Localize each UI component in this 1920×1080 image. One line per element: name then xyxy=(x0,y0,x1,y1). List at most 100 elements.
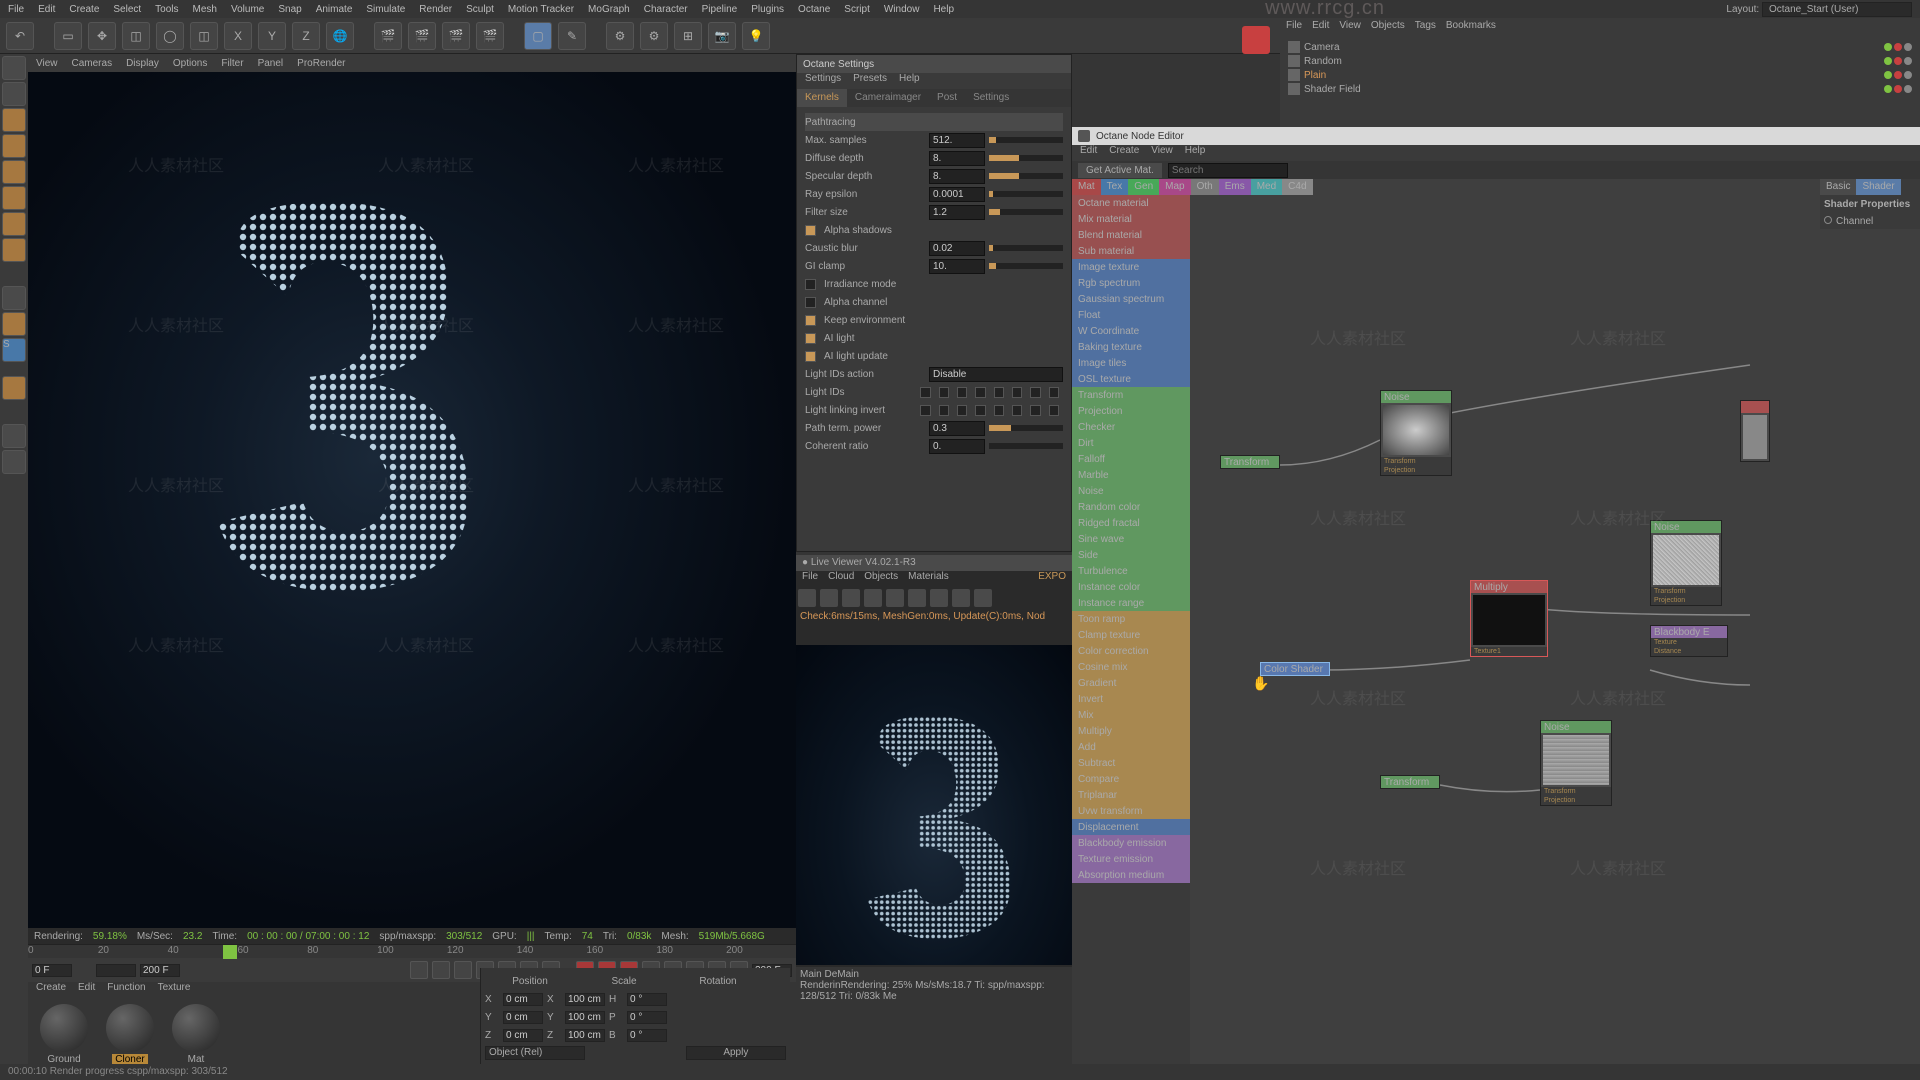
node-list-item[interactable]: Instance range xyxy=(1072,595,1190,611)
setting-slider[interactable] xyxy=(989,209,1063,215)
node-list-item[interactable]: Gaussian spectrum xyxy=(1072,291,1190,307)
node-list-item[interactable]: Mix xyxy=(1072,707,1190,723)
node-colorshader[interactable]: Color Shader xyxy=(1260,662,1330,676)
view-menu-view[interactable]: View xyxy=(36,58,58,69)
setting-slider[interactable] xyxy=(989,155,1063,161)
node-graph-canvas[interactable]: Transform Noise Transform Projection Noi… xyxy=(1190,195,1920,1080)
node-list-item[interactable]: Clamp texture xyxy=(1072,627,1190,643)
coord-field[interactable] xyxy=(503,993,543,1006)
menu-tools[interactable]: Tools xyxy=(155,4,178,15)
generator-icon[interactable]: ⚙ xyxy=(606,22,634,50)
setting-field[interactable] xyxy=(929,439,985,454)
settings-menu-settings[interactable]: Settings xyxy=(805,73,841,89)
light-id-checkbox[interactable] xyxy=(1049,405,1059,416)
coord-field[interactable] xyxy=(627,1029,667,1042)
tab-kernels[interactable]: Kernels xyxy=(797,89,847,107)
enable-axis-icon[interactable] xyxy=(2,286,26,310)
node-list-item[interactable]: Uvw transform xyxy=(1072,803,1190,819)
deformer-icon[interactable]: ⚙ xyxy=(640,22,668,50)
node-list-item[interactable]: Rgb spectrum xyxy=(1072,275,1190,291)
node-list-item[interactable]: Turbulence xyxy=(1072,563,1190,579)
setting-slider[interactable] xyxy=(989,263,1063,269)
object-tree-item[interactable]: Plain xyxy=(1288,68,1912,82)
node-list-item[interactable]: Image texture xyxy=(1072,259,1190,275)
node-list-item[interactable]: Transform xyxy=(1072,387,1190,403)
checkbox[interactable] xyxy=(805,333,816,344)
light-id-checkbox[interactable] xyxy=(939,387,949,398)
objmenu-edit[interactable]: Edit xyxy=(1312,20,1329,36)
node-list-item[interactable]: Sub material xyxy=(1072,243,1190,259)
node-list-item[interactable]: Mix material xyxy=(1072,211,1190,227)
node-list-item[interactable]: Add xyxy=(1072,739,1190,755)
lv-menu-cloud[interactable]: Cloud xyxy=(828,571,854,587)
checkbox[interactable] xyxy=(805,315,816,326)
menu-render[interactable]: Render xyxy=(419,4,452,15)
node-list-item[interactable]: Float xyxy=(1072,307,1190,323)
matmenu-create[interactable]: Create xyxy=(36,982,66,998)
select-tool-icon[interactable]: ▭ xyxy=(54,22,82,50)
ne-menu-view[interactable]: View xyxy=(1151,145,1173,161)
render-queue-icon[interactable]: 🎬 xyxy=(476,22,504,50)
timeline-start-field[interactable] xyxy=(32,964,72,977)
setting-field[interactable] xyxy=(929,259,985,274)
edge-mode-icon[interactable] xyxy=(2,160,26,184)
node-list-item[interactable]: Compare xyxy=(1072,771,1190,787)
light-id-checkbox[interactable] xyxy=(994,387,1004,398)
timeline-end-field[interactable] xyxy=(140,964,180,977)
timeline-ruler[interactable]: 020406080100120140160180200 xyxy=(28,944,796,958)
setting-field[interactable] xyxy=(929,169,985,184)
node-list-item[interactable]: Gradient xyxy=(1072,675,1190,691)
xray-icon[interactable] xyxy=(2,424,26,448)
sp-tab-shader[interactable]: Shader xyxy=(1856,179,1900,195)
matmenu-edit[interactable]: Edit xyxy=(78,982,95,998)
node-list-item[interactable]: Random color xyxy=(1072,499,1190,515)
light-id-checkbox[interactable] xyxy=(957,387,967,398)
light-id-checkbox[interactable] xyxy=(939,405,949,416)
record-icon[interactable] xyxy=(1242,26,1270,54)
setting-field[interactable] xyxy=(929,421,985,436)
node-list-item[interactable]: Falloff xyxy=(1072,451,1190,467)
tab-settings[interactable]: Settings xyxy=(965,89,1017,107)
setting-slider[interactable] xyxy=(989,137,1063,143)
cat-oth[interactable]: Oth xyxy=(1191,179,1219,195)
lv-stop-icon[interactable] xyxy=(864,589,882,607)
lv-refresh-icon[interactable] xyxy=(820,589,838,607)
lv-menu-materials[interactable]: Materials xyxy=(908,571,949,587)
environment-icon[interactable]: ⊞ xyxy=(674,22,702,50)
cat-c4d[interactable]: C4d xyxy=(1282,179,1312,195)
checkbox[interactable] xyxy=(805,297,816,308)
node-list-item[interactable]: W Coordinate xyxy=(1072,323,1190,339)
menu-mesh[interactable]: Mesh xyxy=(193,4,217,15)
node-list-item[interactable]: Cosine mix xyxy=(1072,659,1190,675)
node-list-item[interactable]: Side xyxy=(1072,547,1190,563)
node-edge[interactable] xyxy=(1740,400,1770,462)
coord-field[interactable] xyxy=(565,1029,605,1042)
cat-med[interactable]: Med xyxy=(1251,179,1282,195)
node-list-item[interactable]: Toon ramp xyxy=(1072,611,1190,627)
menu-create[interactable]: Create xyxy=(69,4,99,15)
render-viewport[interactable]: 人人素材社区 人人素材社区 人人素材社区 人人素材社区 人人素材社区 人人素材社… xyxy=(28,72,796,928)
undo-icon[interactable]: ↶ xyxy=(6,22,34,50)
object-tree-item[interactable]: Random xyxy=(1288,54,1912,68)
node-transform-1[interactable]: Transform xyxy=(1220,455,1280,469)
object-tree-item[interactable]: Shader Field xyxy=(1288,82,1912,96)
node-list-item[interactable]: Noise xyxy=(1072,483,1190,499)
node-list-item[interactable]: Sine wave xyxy=(1072,531,1190,547)
setting-field[interactable] xyxy=(929,241,985,256)
menu-snap[interactable]: Snap xyxy=(278,4,301,15)
node-search-field[interactable] xyxy=(1168,163,1288,178)
node-list-item[interactable]: Instance color xyxy=(1072,579,1190,595)
node-list-item[interactable]: Invert xyxy=(1072,691,1190,707)
coord-mode-dropdown[interactable]: Object (Rel) xyxy=(485,1046,585,1060)
node-transform-2[interactable]: Transform xyxy=(1380,775,1440,789)
light-id-checkbox[interactable] xyxy=(994,405,1004,416)
loop-icon[interactable] xyxy=(432,961,450,979)
cat-tex[interactable]: Tex xyxy=(1101,179,1129,195)
render-region-icon[interactable]: 🎬 xyxy=(408,22,436,50)
uv-poly-icon[interactable] xyxy=(2,238,26,262)
axis-y-icon[interactable]: Y xyxy=(258,22,286,50)
node-list-item[interactable]: Absorption medium xyxy=(1072,867,1190,883)
coord-field[interactable] xyxy=(503,1029,543,1042)
light-id-checkbox[interactable] xyxy=(1049,387,1059,398)
scale-tool-icon[interactable]: ◫ xyxy=(122,22,150,50)
